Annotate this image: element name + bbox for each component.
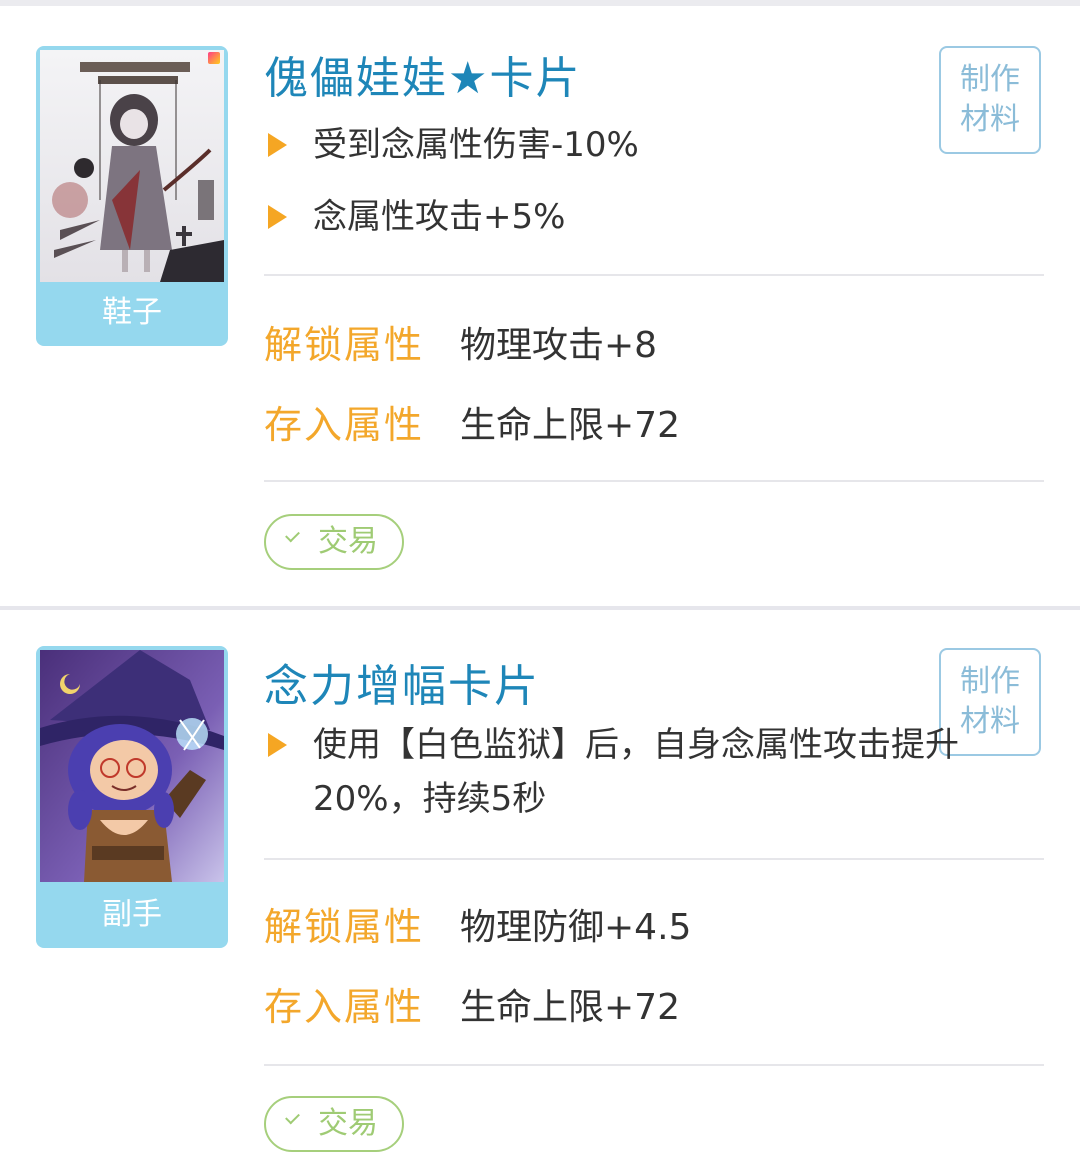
card-thumbnail[interactable]: 鞋子 bbox=[36, 46, 228, 346]
card-item[interactable]: 副手 念力增幅卡片 制作 材料 使用【白色监狱】后，自身念属性攻击提升20%，持… bbox=[0, 610, 1080, 1152]
effect-text: 使用【白色监狱】后，自身念属性攻击提升20%，持续5秒 bbox=[313, 725, 959, 819]
card-art-puppet-doll bbox=[40, 50, 224, 282]
card-title: 傀儡娃娃★卡片 bbox=[264, 53, 582, 104]
bullet-triangle-icon bbox=[268, 733, 287, 757]
store-attribute-label: 存入属性 bbox=[264, 985, 425, 1029]
divider bbox=[264, 274, 1044, 276]
effect-text: 念属性攻击+5% bbox=[313, 197, 566, 237]
card-thumbnail[interactable]: 副手 bbox=[36, 646, 228, 948]
trade-tag[interactable]: 交易 bbox=[264, 1096, 404, 1152]
effect-text: 受到念属性伤害-10% bbox=[313, 125, 639, 165]
effect-item: 念属性攻击+5% bbox=[268, 190, 1028, 244]
store-attribute-value: 生命上限+72 bbox=[460, 987, 680, 1028]
trade-label: 交易 bbox=[318, 524, 378, 559]
bullet-triangle-icon bbox=[268, 133, 287, 157]
card-item[interactable]: 鞋子 傀儡娃娃★卡片 制作 材料 受到念属性伤害-10% 念属性攻击+5% 解锁… bbox=[0, 6, 1080, 606]
trade-tag[interactable]: 交易 bbox=[264, 514, 404, 570]
effect-item: 受到念属性伤害-10% bbox=[268, 118, 1028, 172]
store-attribute-value: 生命上限+72 bbox=[460, 405, 680, 446]
trade-label: 交易 bbox=[318, 1106, 378, 1141]
divider bbox=[264, 480, 1044, 482]
slot-label: 副手 bbox=[102, 897, 162, 932]
rarity-badge-icon bbox=[208, 52, 220, 64]
crafting-label-line1: 制作 bbox=[960, 62, 1020, 97]
card-art-witch bbox=[40, 650, 224, 882]
check-icon bbox=[285, 1109, 300, 1125]
divider bbox=[264, 858, 1044, 860]
slot-label: 鞋子 bbox=[102, 295, 162, 330]
effect-item: 使用【白色监狱】后，自身念属性攻击提升20%，持续5秒 bbox=[268, 718, 1028, 826]
check-icon bbox=[285, 527, 300, 543]
crafting-label-line1: 制作 bbox=[960, 664, 1020, 699]
unlock-attribute-value: 物理攻击+8 bbox=[460, 325, 658, 366]
divider bbox=[264, 1064, 1044, 1066]
bullet-triangle-icon bbox=[268, 205, 287, 229]
unlock-attribute-label: 解锁属性 bbox=[264, 323, 425, 367]
card-title: 念力增幅卡片 bbox=[264, 661, 540, 712]
store-attribute-label: 存入属性 bbox=[264, 403, 425, 447]
unlock-attribute-label: 解锁属性 bbox=[264, 905, 425, 949]
unlock-attribute-value: 物理防御+4.5 bbox=[460, 907, 692, 948]
